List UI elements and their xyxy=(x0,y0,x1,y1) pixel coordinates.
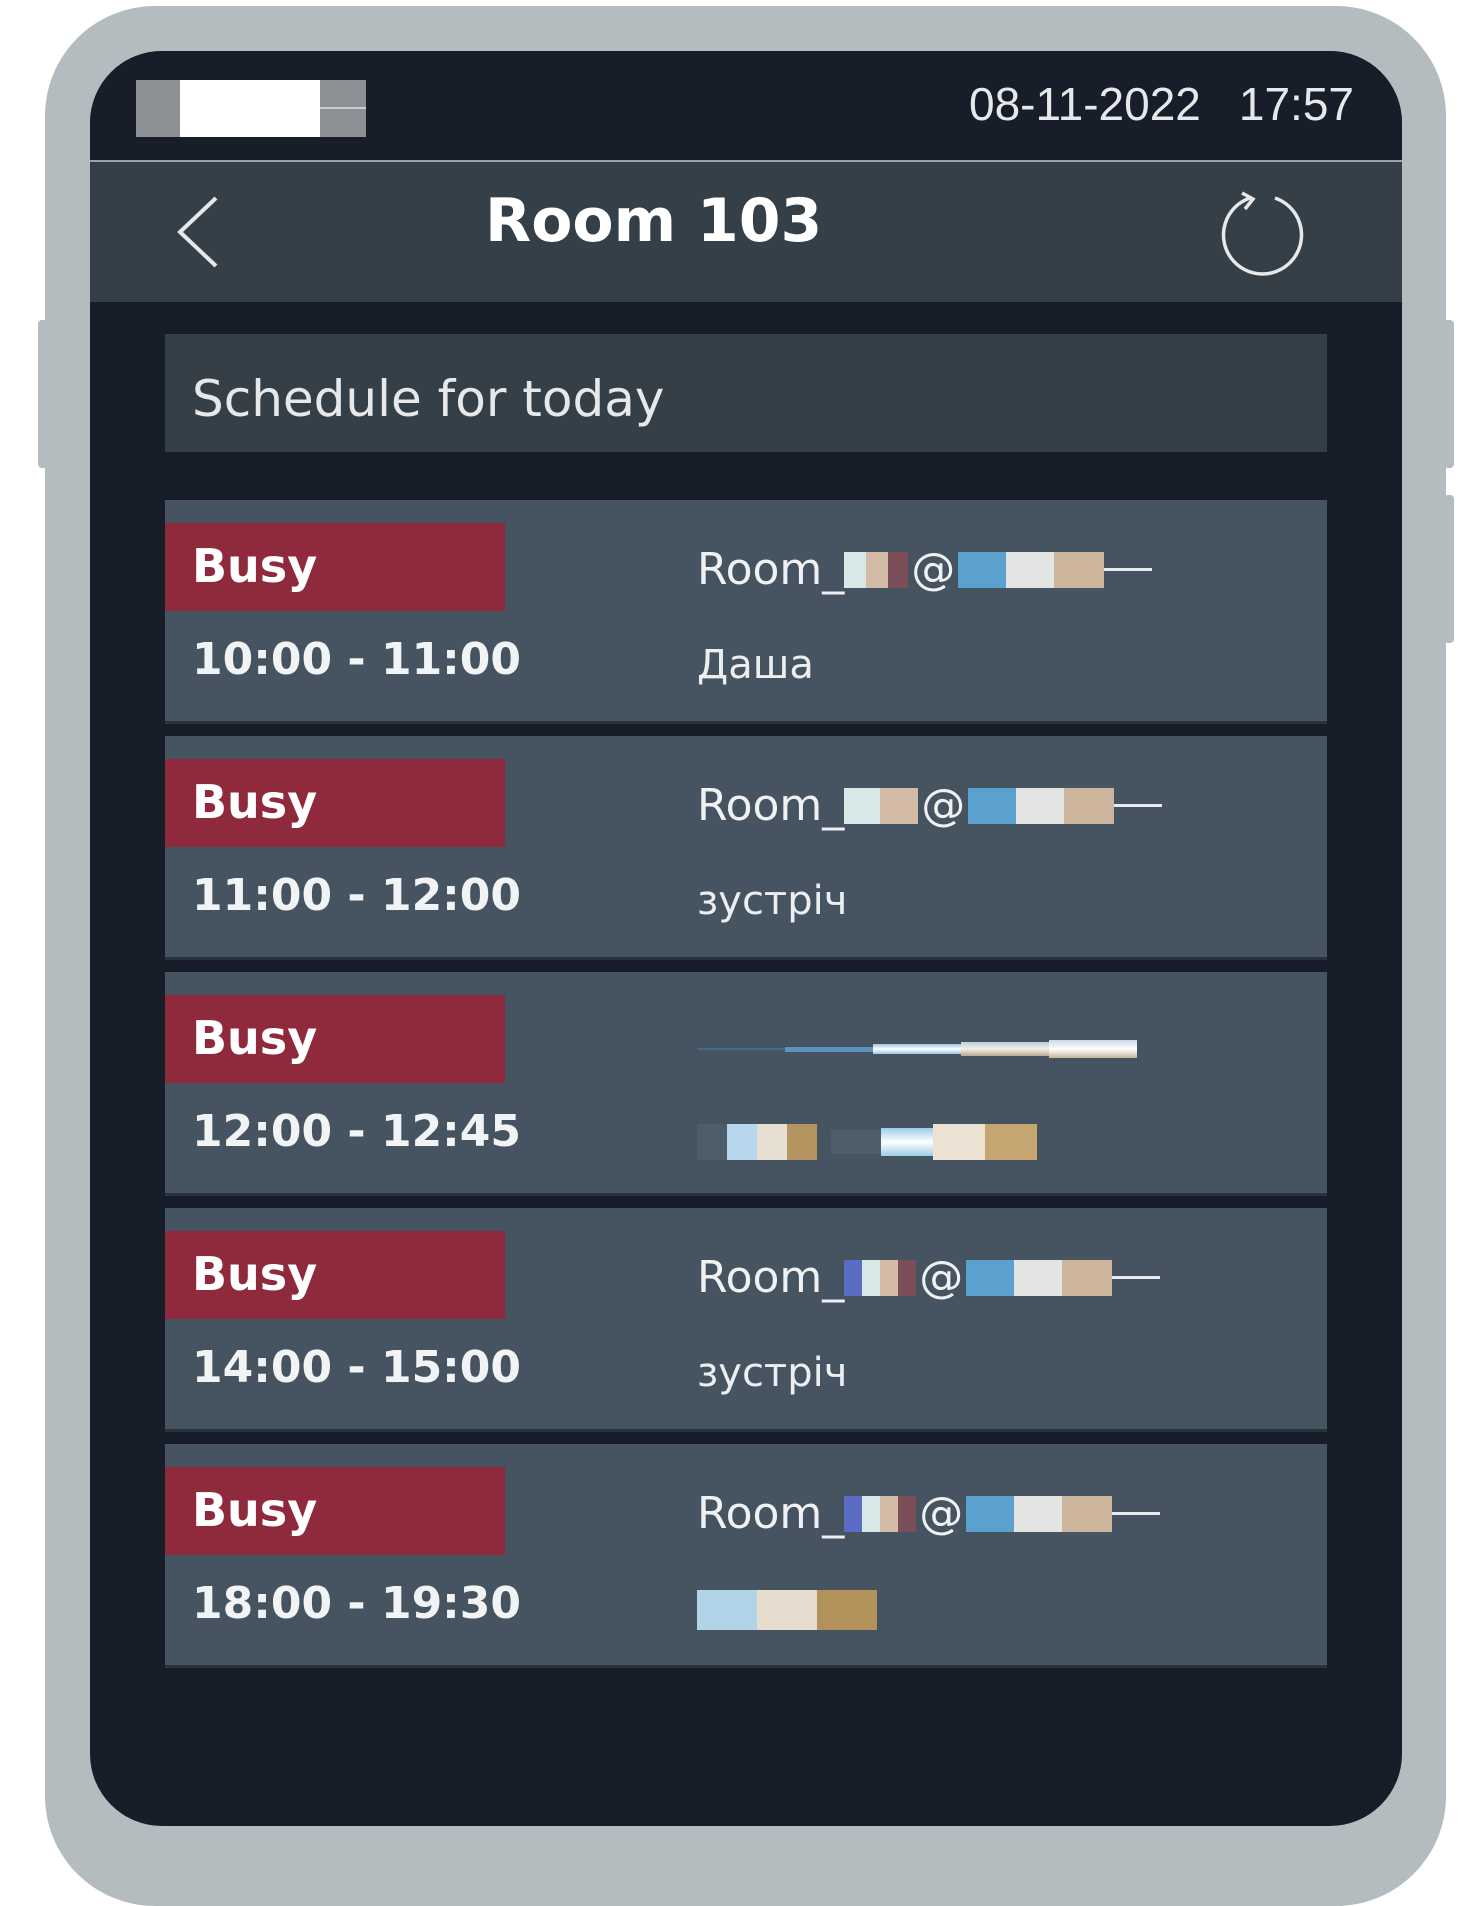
event-subject: зустріч xyxy=(697,878,848,924)
event-row[interactable]: Busy 18:00 - 19:30 Room_ @ xyxy=(165,1444,1327,1668)
status-badge: Busy xyxy=(165,1467,505,1555)
event-subject-redacted xyxy=(697,1124,1037,1160)
refresh-button[interactable] xyxy=(1220,189,1310,279)
event-organizer: Room_ @ xyxy=(697,780,1163,831)
side-button-right-bottom xyxy=(1444,495,1454,643)
event-list: Busy 10:00 - 11:00 Room_ @ Даша Busy 11:… xyxy=(165,500,1327,1680)
time-text: 17:57 xyxy=(1238,78,1354,130)
status-badge-label: Busy xyxy=(192,539,318,593)
status-bar: 08-11-2022 17:57 xyxy=(90,51,1402,162)
event-subject: Даша xyxy=(697,642,814,688)
event-organizer-redacted xyxy=(697,1040,1137,1058)
event-organizer: Room_ @ xyxy=(697,544,1153,595)
screen: 08-11-2022 17:57 Room 103 Schedule for t… xyxy=(90,51,1402,1826)
side-button-left xyxy=(38,320,48,468)
redacted-email: @ xyxy=(844,1488,1161,1539)
event-time: 18:00 - 19:30 xyxy=(192,1578,522,1629)
organizer-prefix: Room_ xyxy=(697,780,845,831)
event-row[interactable]: Busy 10:00 - 11:00 Room_ @ Даша xyxy=(165,500,1327,724)
status-badge-label: Busy xyxy=(192,1011,318,1065)
event-time: 14:00 - 15:00 xyxy=(192,1342,522,1393)
nav-bar: Room 103 xyxy=(90,162,1402,302)
event-row[interactable]: Busy 11:00 - 12:00 Room_ @ зустріч xyxy=(165,736,1327,960)
event-organizer: Room_ @ xyxy=(697,1252,1161,1303)
event-subject-redacted xyxy=(697,1590,877,1630)
event-row[interactable]: Busy 12:00 - 12:45 xyxy=(165,972,1327,1196)
organizer-prefix: Room_ xyxy=(697,1252,845,1303)
status-badge-label: Busy xyxy=(192,1483,318,1537)
status-badge: Busy xyxy=(165,995,505,1083)
organizer-prefix: Room_ xyxy=(697,544,845,595)
redacted-email: @ xyxy=(844,544,1153,595)
event-time: 12:00 - 12:45 xyxy=(192,1106,522,1157)
side-button-right-top xyxy=(1444,320,1454,468)
event-row[interactable]: Busy 14:00 - 15:00 Room_ @ зустріч xyxy=(165,1208,1327,1432)
event-time: 11:00 - 12:00 xyxy=(192,870,522,921)
redacted-email: @ xyxy=(844,1252,1161,1303)
status-badge: Busy xyxy=(165,759,505,847)
datetime: 08-11-2022 17:57 xyxy=(969,77,1354,131)
status-badge-label: Busy xyxy=(192,775,318,829)
company-logo xyxy=(136,80,366,137)
event-subject: зустріч xyxy=(697,1350,848,1396)
chevron-left-icon xyxy=(177,196,218,268)
back-button[interactable] xyxy=(170,192,240,272)
status-badge-label: Busy xyxy=(192,1247,318,1301)
date-text: 08-11-2022 xyxy=(968,78,1201,130)
event-organizer: Room_ @ xyxy=(697,1488,1161,1539)
event-time: 10:00 - 11:00 xyxy=(192,634,522,685)
status-badge: Busy xyxy=(165,1231,505,1319)
page-title: Room 103 xyxy=(485,186,823,256)
status-badge: Busy xyxy=(165,523,505,611)
refresh-icon xyxy=(1221,191,1304,276)
organizer-prefix: Room_ xyxy=(697,1488,845,1539)
redacted-email: @ xyxy=(844,780,1163,831)
schedule-header-text: Schedule for today xyxy=(192,370,665,428)
schedule-header: Schedule for today xyxy=(165,334,1327,452)
